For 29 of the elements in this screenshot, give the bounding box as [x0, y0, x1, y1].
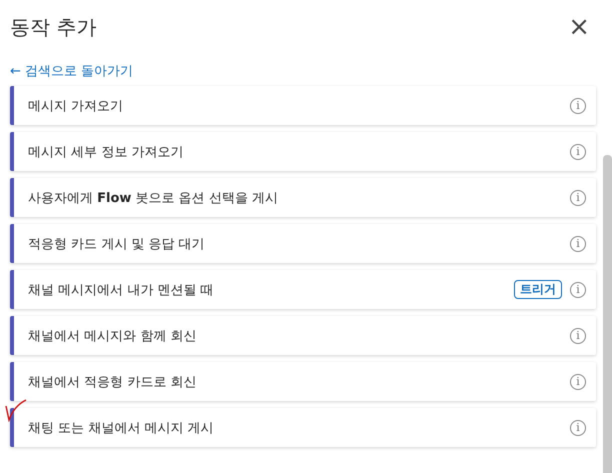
trigger-badge: 트리거: [514, 280, 562, 299]
info-icon[interactable]: i: [570, 282, 586, 298]
action-card[interactable]: 채널 메시지에서 내가 멘션될 때 트리거 i: [10, 270, 596, 309]
action-card[interactable]: 채널에서 적응형 카드로 회신 i: [10, 362, 596, 401]
back-link[interactable]: ← 검색으로 돌아가기: [10, 62, 134, 80]
info-icon[interactable]: i: [570, 190, 586, 206]
scrollbar-thumb[interactable]: [603, 155, 612, 473]
action-label: 사용자에게 Flow 봇으로 옵션 선택을 게시: [28, 190, 279, 206]
info-icon[interactable]: i: [570, 420, 586, 436]
info-icon[interactable]: i: [570, 236, 586, 252]
action-card[interactable]: 채팅 또는 채널에서 메시지 게시 i: [10, 408, 596, 447]
action-label: 채널 메시지에서 내가 멘션될 때: [28, 282, 215, 298]
action-label: 채팅 또는 채널에서 메시지 게시: [28, 420, 215, 436]
info-icon[interactable]: i: [570, 144, 586, 160]
panel-title: 동작 추가: [10, 14, 96, 40]
action-label: 채널에서 적응형 카드로 회신: [28, 374, 198, 390]
action-label: 채널에서 메시지와 함께 회신: [28, 328, 198, 344]
close-button[interactable]: ×: [568, 14, 590, 40]
info-icon[interactable]: i: [570, 98, 586, 114]
action-card[interactable]: 사용자에게 Flow 봇으로 옵션 선택을 게시 i: [10, 178, 596, 217]
action-label: 메시지 세부 정보 가져오기: [28, 144, 184, 160]
action-card[interactable]: 메시지 가져오기 i: [10, 86, 596, 125]
action-card[interactable]: 메시지 세부 정보 가져오기 i: [10, 132, 596, 171]
action-label: 적응형 카드 게시 및 응답 대기: [28, 236, 206, 252]
info-icon[interactable]: i: [570, 374, 586, 390]
action-label: 메시지 가져오기: [28, 98, 124, 114]
action-card[interactable]: 채널에서 메시지와 함께 회신 i: [10, 316, 596, 355]
action-card[interactable]: 적응형 카드 게시 및 응답 대기 i: [10, 224, 596, 263]
info-icon[interactable]: i: [570, 328, 586, 344]
